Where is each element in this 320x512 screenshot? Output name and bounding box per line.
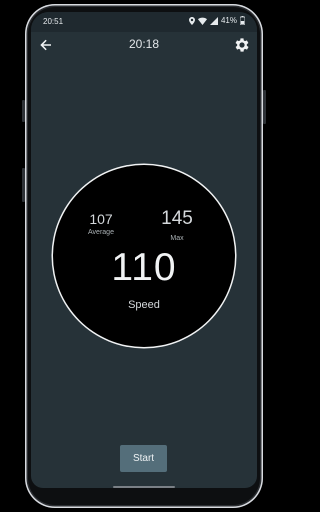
- average-label: Average: [88, 229, 114, 236]
- app-bar: 20:18: [31, 32, 257, 58]
- device-frame: 20:51 41% 20:18 107 Average 145 Max 110 …: [0, 0, 288, 512]
- status-bar: 20:51 41%: [31, 12, 257, 32]
- home-indicator: [113, 486, 175, 488]
- start-button[interactable]: Start: [120, 445, 167, 472]
- speed-value: 110: [111, 246, 177, 289]
- bixby-button: [263, 90, 266, 124]
- status-time: 20:51: [43, 17, 64, 26]
- volume-button: [22, 100, 25, 122]
- battery-icon: [240, 16, 245, 25]
- signal-icon: [209, 16, 218, 25]
- app-screen: 20:51 41% 20:18 107 Average 145 Max 110 …: [31, 12, 257, 488]
- wifi-icon: [197, 17, 207, 25]
- speed-dial: 107 Average 145 Max 110 Speed: [53, 165, 235, 347]
- page-title: 20:18: [128, 37, 160, 51]
- average-value: 107: [89, 211, 113, 227]
- status-icons: 41%: [188, 16, 245, 25]
- location-icon: [188, 16, 195, 25]
- battery-percent: 41%: [220, 16, 237, 25]
- power-button: [22, 168, 25, 202]
- speed-label: Speed: [128, 299, 160, 311]
- settings-button[interactable]: [233, 36, 251, 54]
- max-value: 145: [161, 208, 193, 229]
- gear-icon: [235, 38, 249, 52]
- max-label: Max: [170, 235, 184, 242]
